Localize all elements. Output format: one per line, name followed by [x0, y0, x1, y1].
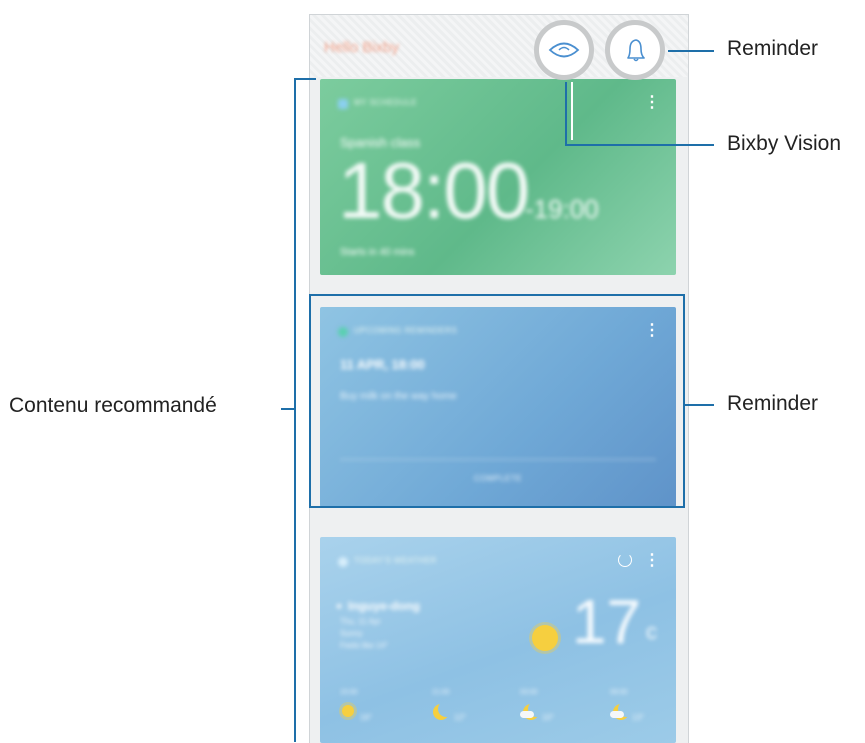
bell-icon: [627, 39, 645, 62]
callout-line: [685, 404, 714, 406]
location-pin-icon: ●: [336, 601, 343, 612]
forecast-temp: 16°: [360, 713, 373, 722]
reminder-button[interactable]: [605, 20, 665, 80]
callout-line: [565, 82, 567, 146]
bracket-line: [281, 408, 294, 410]
forecast-time: 03:00: [520, 689, 538, 696]
cloud-icon: [520, 711, 534, 718]
more-vert-icon[interactable]: ⋮: [644, 95, 660, 111]
callout-bixby-vision: Bixby Vision: [727, 132, 842, 155]
callout-reminder-top: Reminder: [727, 37, 819, 60]
sun-icon: [342, 705, 354, 717]
weather-card[interactable]: TODAY'S WEATHER ● Inguye-dong Thu, 11 Ap…: [320, 537, 676, 743]
forecast-time: 09:00: [610, 689, 628, 696]
weather-card-header: TODAY'S WEATHER: [354, 556, 437, 565]
callout-line: [668, 50, 714, 52]
weather-date: Thu, 11 Apr: [340, 617, 381, 626]
forecast-temp: 10°: [542, 713, 555, 722]
schedule-card[interactable]: MY SCHEDULE Spanish class 18:00 -19:00 S…: [320, 79, 676, 275]
schedule-status: Starts in 40 mins: [340, 247, 415, 258]
app-title: Hello Bixby: [324, 39, 400, 56]
bracket-line: [294, 78, 316, 80]
weather-temperature: 17: [572, 588, 641, 657]
forecast-temp: 13°: [632, 713, 645, 722]
schedule-card-header: MY SCHEDULE: [354, 98, 418, 107]
cloud-icon: [610, 711, 624, 718]
weather-unit: c: [646, 619, 657, 644]
weather-condition: Sunny: [340, 629, 363, 638]
callout-line: [565, 144, 714, 146]
callout-reminder-card: Reminder: [727, 392, 819, 415]
weather-feels-like: Feels like 14°: [340, 641, 389, 650]
weather-location: Inguye-dong: [348, 599, 420, 613]
refresh-icon[interactable]: [618, 553, 632, 567]
bixby-vision-button[interactable]: [534, 20, 594, 80]
callout-recommended-content: Contenu recommandé: [9, 394, 217, 417]
moon-icon: [438, 701, 454, 717]
forecast-temp: 12°: [454, 713, 467, 722]
weather-small-icon: [338, 557, 348, 567]
reminder-card-highlight: [309, 294, 685, 508]
callout-line-gap: [571, 82, 573, 140]
schedule-start-time: 18:00: [338, 146, 530, 235]
sun-icon: [532, 625, 558, 651]
forecast-time: 15:00: [340, 689, 358, 696]
bracket-line: [294, 78, 296, 742]
eye-icon: [548, 42, 580, 58]
forecast-time: 21:00: [432, 689, 450, 696]
schedule-end-time: -19:00: [525, 194, 599, 224]
more-vert-icon[interactable]: ⋮: [644, 553, 660, 569]
calendar-icon: [338, 99, 348, 109]
